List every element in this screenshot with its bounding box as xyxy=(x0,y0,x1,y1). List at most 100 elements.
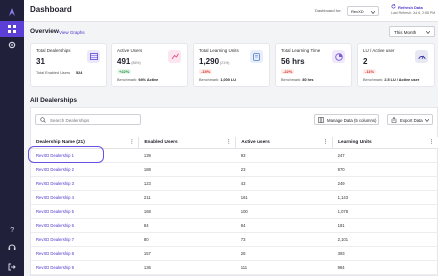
view-graphs-link[interactable]: View Graphs xyxy=(59,30,85,35)
dealership-filter-label: Dashboard for: xyxy=(315,8,342,13)
card-label: LU / Active user xyxy=(363,48,395,53)
table-row: RevXD Dealership 6 84 84 181 xyxy=(31,218,438,233)
pie-icon xyxy=(332,50,345,63)
dealership-link[interactable]: RevXD Dealership 2 xyxy=(31,162,139,177)
benchmark: Benchmark: 94% Active xyxy=(117,78,159,82)
column-header-enabled-users[interactable]: Enabled Users ⋮ xyxy=(138,137,237,149)
learning-units-cell: 1,143 xyxy=(332,190,438,205)
card-value: 491(86%) xyxy=(117,57,141,66)
logout-icon[interactable] xyxy=(0,259,24,275)
enabled-users-cell: 84 xyxy=(138,218,236,233)
active-users-cell: 28 xyxy=(235,246,333,261)
change-badge: -15% xyxy=(199,69,213,74)
dealership-link[interactable]: RevXD Dealership 8 xyxy=(31,246,139,261)
enabled-users-cell: 188 xyxy=(138,162,236,177)
column-header-learning-units[interactable]: Learning Units ⋮ xyxy=(332,137,438,149)
book-icon xyxy=(250,50,263,63)
dealership-link[interactable]: RevXD Dealership 4 xyxy=(31,190,139,205)
last-refresh-time: Last Refresh: Jul 6, 2:58 PM xyxy=(391,11,436,15)
column-menu-icon[interactable]: ⋮ xyxy=(129,139,134,145)
total-enabled-users: Total Enabled Users 524 xyxy=(36,71,82,75)
dashboard-nav-icon[interactable] xyxy=(0,21,24,37)
search-input[interactable]: Search Dealerships xyxy=(35,114,141,125)
table-row: RevXD Dealership 3 123 43 249 xyxy=(31,176,438,191)
app-logo-icon[interactable] xyxy=(0,4,24,20)
card-value: 1,290(21%) xyxy=(199,57,230,66)
period-select[interactable]: This Month xyxy=(389,26,435,37)
chart-icon xyxy=(168,50,181,63)
dealership-filter-value: RevXD xyxy=(351,9,364,14)
manage-data-button[interactable]: Manage Data (5 columns) xyxy=(314,114,379,125)
chevron-down-icon xyxy=(425,30,431,35)
dealership-link[interactable]: RevXD Dealership 5 xyxy=(31,204,139,219)
active-users-cell: 111 xyxy=(235,260,333,275)
focus-highlight xyxy=(28,146,104,163)
refresh-icon xyxy=(391,3,396,10)
learning-units-cell: 970 xyxy=(332,162,438,177)
active-users-cell: 84 xyxy=(235,218,333,233)
enabled-users-cell: 123 xyxy=(138,176,236,191)
enabled-users-cell: 139 xyxy=(138,148,236,163)
search-icon xyxy=(40,117,46,124)
sidebar: ? xyxy=(0,0,24,276)
dealership-link[interactable]: RevXD Dealership 9 xyxy=(31,260,139,275)
total-learning-units-card: Total Learning Units 1,290(21%) -15% Ben… xyxy=(193,43,270,87)
chevron-down-icon xyxy=(424,118,430,123)
overview-title: Overview xyxy=(30,28,59,35)
export-data-button[interactable]: Export Data xyxy=(387,114,433,125)
benchmark: Benchmark: 2.5 LU / Active user xyxy=(363,78,420,82)
manage-data-label: Manage Data (5 columns) xyxy=(327,118,377,123)
benchmark: Benchmark: 1,000 LU xyxy=(199,78,236,82)
period-value: This Month xyxy=(394,30,417,35)
dealership-link[interactable]: RevXD Dealership 6 xyxy=(31,218,139,233)
column-menu-icon[interactable]: ⋮ xyxy=(226,139,231,145)
table-row: RevXD Dealership 7 80 73 2,101 xyxy=(31,232,438,247)
enabled-users-cell: 211 xyxy=(138,190,236,205)
export-data-label: Export Data xyxy=(400,118,423,123)
columns-icon xyxy=(318,117,324,124)
help-icon[interactable]: ? xyxy=(0,221,24,237)
table-row: RevXD Dealership 2 188 23 970 xyxy=(31,162,438,177)
dealership-link[interactable]: RevXD Dealership 7 xyxy=(31,232,139,247)
card-label: Total Learning Units xyxy=(199,48,239,53)
active-users-cell: 100 xyxy=(235,204,333,219)
card-value: 56 hrs xyxy=(281,57,305,66)
column-header-active-users[interactable]: Active users ⋮ xyxy=(235,137,334,149)
change-badge: -22% xyxy=(281,69,295,74)
column-menu-icon[interactable]: ⋮ xyxy=(323,139,328,145)
learning-units-cell: 1,078 xyxy=(332,204,438,219)
total-learning-time-card: Total Learning Time 56 hrs -22% Benchmar… xyxy=(275,43,352,87)
table-row: RevXD Dealership 5 168 100 1,078 xyxy=(31,204,438,219)
table-row: RevXD Dealership 8 157 28 393 xyxy=(31,246,438,261)
dealership-link[interactable]: RevXD Dealership 3 xyxy=(31,176,139,191)
page-title: Dashboard xyxy=(30,5,72,14)
card-sub-label: Total Enabled Users xyxy=(36,71,70,75)
active-users-cell: 43 xyxy=(235,176,333,191)
dealership-filter-select[interactable]: RevXD xyxy=(347,6,379,16)
learning-units-cell: 984 xyxy=(332,260,438,275)
learning-units-cell: 181 xyxy=(332,218,438,233)
column-menu-icon[interactable]: ⋮ xyxy=(429,139,434,145)
card-label: Active Users xyxy=(117,48,143,53)
benchmark: Benchmark: 80 hrs xyxy=(281,78,314,82)
total-dealerships-card: Total Dealerships 31 Total Enabled Users… xyxy=(30,43,107,87)
learning-units-cell: 393 xyxy=(332,246,438,261)
change-badge: +22% xyxy=(117,69,132,74)
search-placeholder: Search Dealerships xyxy=(50,118,90,123)
support-headset-icon[interactable] xyxy=(0,239,24,255)
table-icon xyxy=(87,50,100,63)
refresh-data-button[interactable]: Refresh Data xyxy=(391,3,423,10)
table-row: RevXD Dealership 4 211 161 1,143 xyxy=(31,190,438,205)
active-users-card: Active Users 491(86%) +22% Benchmark: 94… xyxy=(111,43,188,87)
card-label: Total Dealerships xyxy=(36,48,71,53)
enabled-users-cell: 157 xyxy=(138,246,236,261)
lu-per-active-user-card: LU / Active user 2 -11% Benchmark: 2.5 L… xyxy=(357,43,435,87)
active-users-cell: 23 xyxy=(235,162,333,177)
settings-gear-icon[interactable] xyxy=(0,37,24,53)
learning-units-cell: 2,101 xyxy=(332,232,438,247)
refresh-data-label: Refresh Data xyxy=(398,5,423,10)
enabled-users-cell: 168 xyxy=(138,204,236,219)
top-header: Dashboard Dashboard for: RevXD Refresh D… xyxy=(24,0,438,22)
overview-bar: Overview View Graphs This Month xyxy=(24,26,438,38)
svg-text:?: ? xyxy=(10,227,14,233)
